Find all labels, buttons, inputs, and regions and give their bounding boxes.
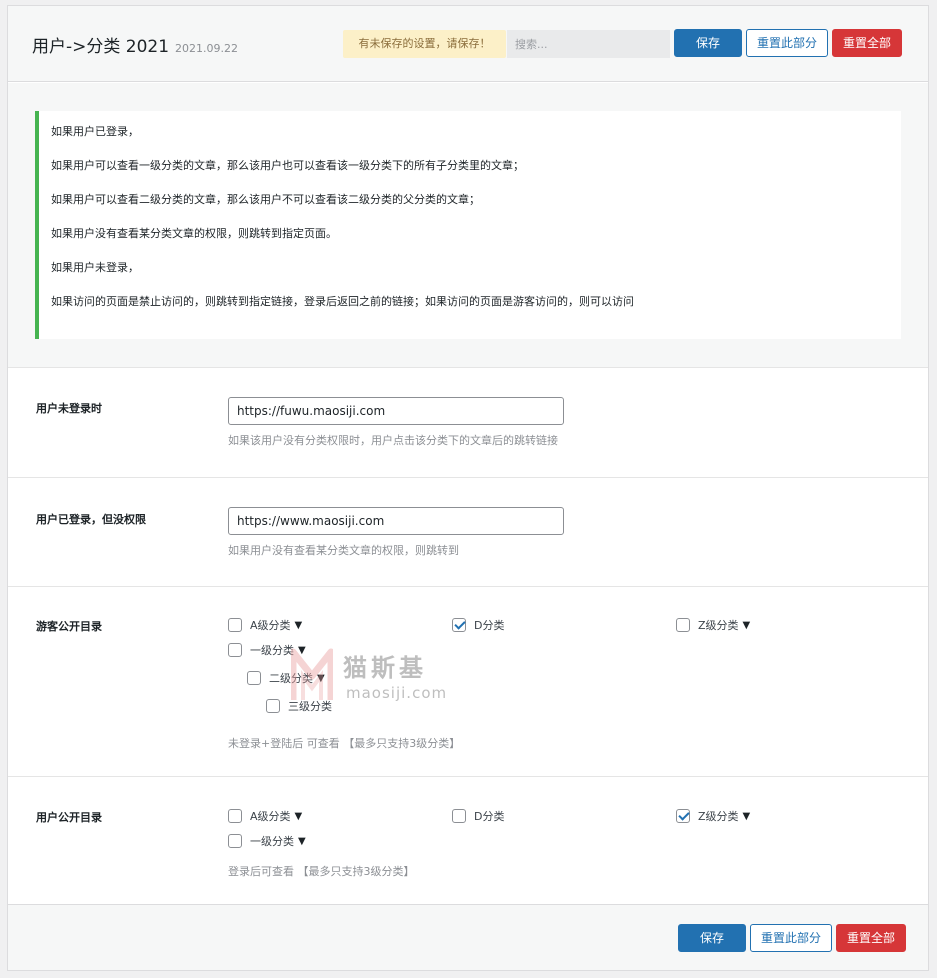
field-label: 游客公开目录 bbox=[36, 620, 102, 633]
checkbox-box[interactable] bbox=[247, 671, 261, 685]
field-description: 如果用户没有查看某分类文章的权限，则跳转到 bbox=[228, 544, 459, 557]
checkbox-box[interactable] bbox=[676, 618, 690, 632]
category-checkbox[interactable]: 二级分类 ▼ bbox=[247, 670, 325, 686]
category-checkbox[interactable]: Z级分类 ▼ bbox=[676, 617, 750, 633]
row-logged-in-no-permission: 用户已登录，但没权限 如果用户没有查看某分类文章的权限，则跳转到 bbox=[8, 478, 928, 587]
category-label: Z级分类 bbox=[698, 810, 739, 823]
reset-all-button[interactable]: 重置全部 bbox=[832, 29, 902, 57]
category-label: A级分类 bbox=[250, 810, 291, 823]
category-label: 二级分类 bbox=[269, 672, 313, 685]
category-label: Z级分类 bbox=[698, 619, 739, 632]
category-label: 一级分类 bbox=[250, 644, 294, 657]
info-line: 如果用户可以查看一级分类的文章，那么该用户也可以查看该一级分类下的所有子分类里的… bbox=[51, 159, 524, 172]
checkbox-box[interactable] bbox=[676, 809, 690, 823]
search-input[interactable] bbox=[507, 30, 670, 58]
checkbox-box[interactable] bbox=[266, 699, 280, 713]
info-section: 如果用户已登录， 如果用户可以查看一级分类的文章，那么该用户也可以查看该一级分类… bbox=[8, 83, 928, 368]
page-title: 用户->分类 2021 2021.09.22 bbox=[32, 32, 238, 57]
settings-content: 如果用户已登录， 如果用户可以查看一级分类的文章，那么该用户也可以查看该一级分类… bbox=[8, 83, 928, 907]
field-label: 用户公开目录 bbox=[36, 811, 102, 824]
header-bar: 用户->分类 2021 2021.09.22 有未保存的设置，请保存！ 保存 重置… bbox=[8, 6, 928, 82]
category-checkbox[interactable]: 三级分类 bbox=[266, 698, 332, 714]
checkbox-box[interactable] bbox=[228, 834, 242, 848]
info-notice-box: 如果用户已登录， 如果用户可以查看一级分类的文章，那么该用户也可以查看该一级分类… bbox=[35, 111, 901, 339]
checkbox-box[interactable] bbox=[452, 618, 466, 632]
caret-down-icon[interactable]: ▼ bbox=[317, 673, 325, 684]
checkbox-box[interactable] bbox=[228, 809, 242, 823]
category-checkbox[interactable]: A级分类 ▼ bbox=[228, 808, 302, 824]
row-guest-public: 游客公开目录 A级分类 ▼ D分类 Z级分类 ▼ 一级分类 ▼ 二级分类 ▼ 三… bbox=[8, 587, 928, 777]
info-line: 如果用户可以查看二级分类的文章，那么该用户不可以查看该二级分类的父分类的文章； bbox=[51, 193, 480, 206]
footer-reset-all-button[interactable]: 重置全部 bbox=[836, 924, 906, 952]
category-checkbox[interactable]: 一级分类 ▼ bbox=[228, 833, 306, 849]
footer-bar: 保存 重置此部分 重置全部 bbox=[8, 904, 928, 970]
no-permission-url-field[interactable] bbox=[228, 507, 564, 535]
category-checkbox[interactable]: Z级分类 ▼ bbox=[676, 808, 750, 824]
checkbox-box[interactable] bbox=[228, 618, 242, 632]
footer-reset-section-button[interactable]: 重置此部分 bbox=[750, 924, 832, 952]
page-title-text: 用户->分类 2021 bbox=[32, 37, 170, 57]
caret-down-icon[interactable]: ▼ bbox=[295, 620, 303, 631]
row-not-logged-in: 用户未登录时 如果该用户没有分类权限时，用户点击该分类下的文章后的跳转链接 bbox=[8, 368, 928, 478]
category-label: D分类 bbox=[474, 619, 505, 632]
unsaved-notice: 有未保存的设置，请保存！ bbox=[343, 30, 506, 58]
field-label: 用户已登录，但没权限 bbox=[36, 513, 146, 526]
reset-section-button[interactable]: 重置此部分 bbox=[746, 29, 828, 57]
category-label: D分类 bbox=[474, 810, 505, 823]
caret-down-icon[interactable]: ▼ bbox=[298, 836, 306, 847]
info-line: 如果用户未登录， bbox=[51, 261, 139, 274]
caret-down-icon[interactable]: ▼ bbox=[298, 645, 306, 656]
info-line: 如果用户已登录， bbox=[51, 125, 139, 138]
save-button[interactable]: 保存 bbox=[674, 29, 742, 57]
field-description: 未登录+登陆后 可查看 【最多只支持3级分类】 bbox=[228, 737, 461, 750]
field-label: 用户未登录时 bbox=[36, 402, 102, 415]
category-checkbox[interactable]: 一级分类 ▼ bbox=[228, 642, 306, 658]
caret-down-icon[interactable]: ▼ bbox=[295, 811, 303, 822]
caret-down-icon[interactable]: ▼ bbox=[743, 811, 751, 822]
row-user-public: 用户公开目录 A级分类 ▼ D分类 Z级分类 ▼ 一级分类 ▼ 登录后可查看 【… bbox=[8, 777, 928, 907]
field-description: 登录后可查看 【最多只支持3级分类】 bbox=[228, 865, 415, 878]
version-label: 2021.09.22 bbox=[175, 42, 239, 55]
footer-save-button[interactable]: 保存 bbox=[678, 924, 746, 952]
checkbox-box[interactable] bbox=[452, 809, 466, 823]
category-checkbox[interactable]: D分类 bbox=[452, 808, 504, 824]
checkbox-box[interactable] bbox=[228, 643, 242, 657]
field-description: 如果该用户没有分类权限时，用户点击该分类下的文章后的跳转链接 bbox=[228, 434, 558, 447]
category-checkbox[interactable]: A级分类 ▼ bbox=[228, 617, 302, 633]
info-line: 如果访问的页面是禁止访问的，则跳转到指定链接，登录后返回之前的链接；如果访问的页… bbox=[51, 295, 634, 308]
category-label: 三级分类 bbox=[288, 700, 332, 713]
category-label: A级分类 bbox=[250, 619, 291, 632]
category-label: 一级分类 bbox=[250, 835, 294, 848]
not-logged-in-url-field[interactable] bbox=[228, 397, 564, 425]
category-checkbox[interactable]: D分类 bbox=[452, 617, 504, 633]
caret-down-icon[interactable]: ▼ bbox=[743, 620, 751, 631]
settings-panel: 用户->分类 2021 2021.09.22 有未保存的设置，请保存！ 保存 重置… bbox=[7, 5, 929, 971]
info-line: 如果用户没有查看某分类文章的权限，则跳转到指定页面。 bbox=[51, 227, 337, 240]
